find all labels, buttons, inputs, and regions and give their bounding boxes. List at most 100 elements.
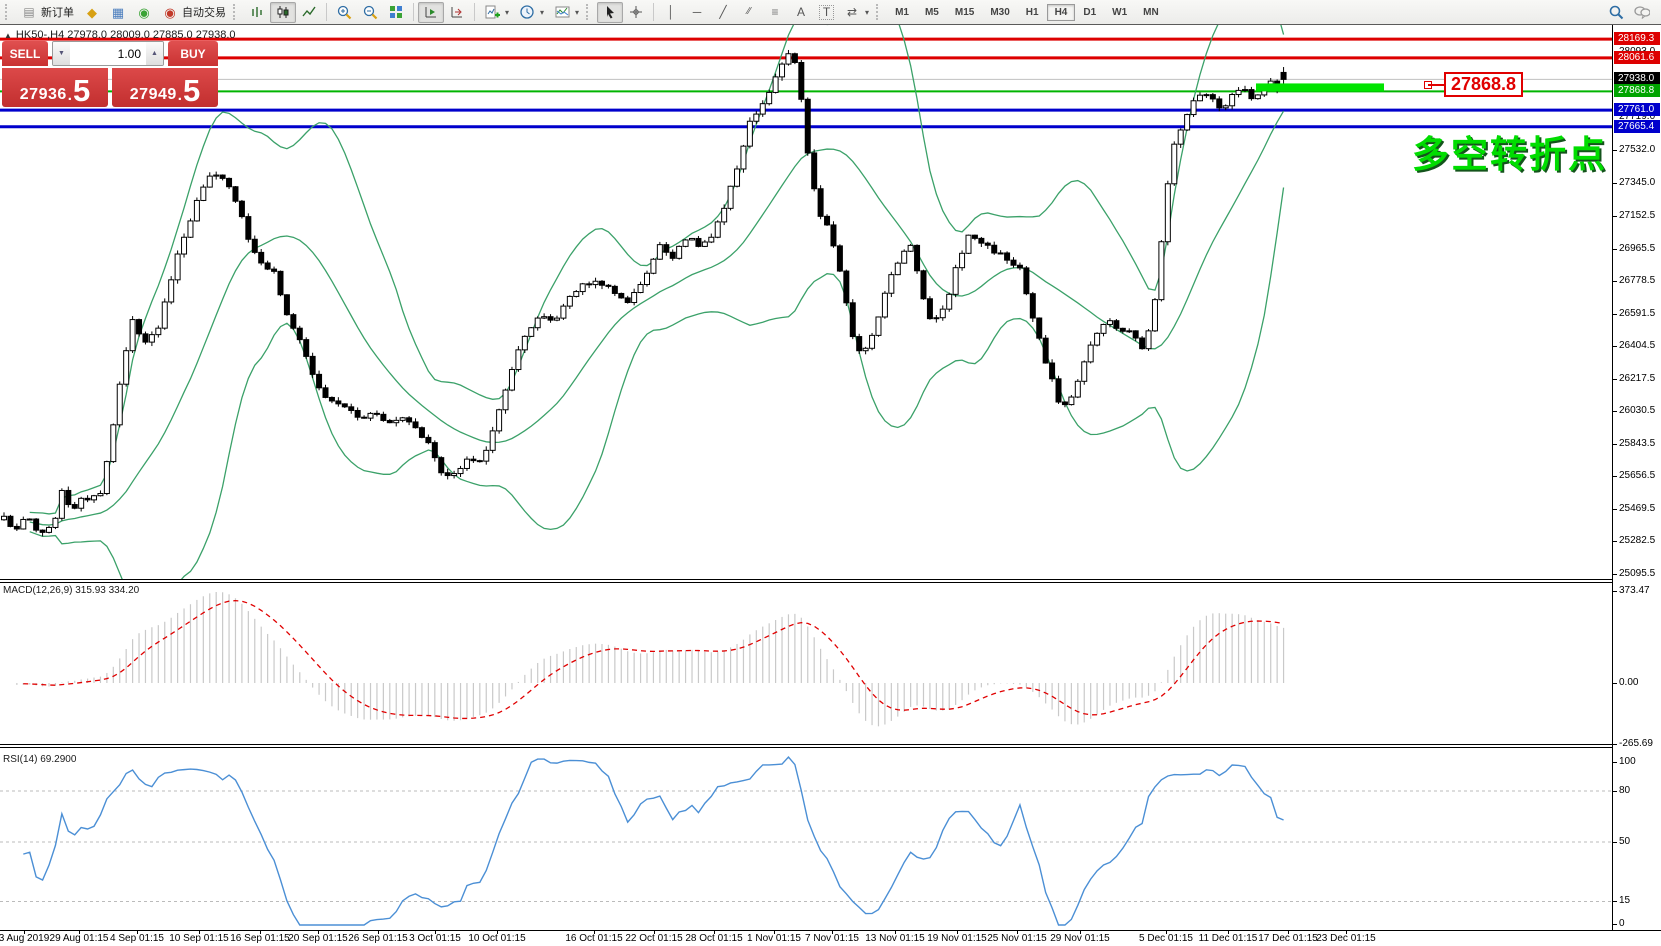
rsi-axis-tick <box>1613 791 1617 792</box>
tab-h1[interactable]: H1 <box>1018 4 1047 21</box>
volume-spinner: ▼ 1.00 ▲ <box>52 41 164 66</box>
callout-connector <box>1428 84 1444 86</box>
templates-icon <box>554 5 570 20</box>
bar-chart-button[interactable] <box>244 2 270 23</box>
tab-d1[interactable]: D1 <box>1075 4 1104 21</box>
tab-w1[interactable]: W1 <box>1104 4 1135 21</box>
candlestick-chart-icon <box>275 5 291 20</box>
tab-m30[interactable]: M30 <box>982 4 1017 21</box>
horizontal-line-button[interactable]: ─ <box>684 2 710 23</box>
sell-price[interactable]: 27936.5 <box>2 68 108 107</box>
toolbar-separator <box>474 3 475 21</box>
toolbar-grip[interactable] <box>5 4 12 20</box>
sell-price-pips: 5 <box>73 79 90 104</box>
time-axis-label: 10 Sep 01:15 <box>169 933 229 944</box>
volume-increase-button[interactable]: ▲ <box>146 42 163 65</box>
templates-caret-icon: ▾ <box>575 8 579 17</box>
candlestick-chart <box>0 25 1612 579</box>
signals-button[interactable]: ◉ <box>131 2 157 23</box>
price-line-label: 28061.6 <box>1614 51 1660 64</box>
price-axis[interactable]: 27532.027345.027152.526965.526778.526591… <box>1612 25 1661 930</box>
time-axis-label: 19 Nov 01:15 <box>927 933 987 944</box>
time-axis-label: 25 Nov 01:15 <box>987 933 1047 944</box>
data-window-button[interactable]: ▦ <box>105 2 131 23</box>
rsi-axis-label: 50 <box>1619 836 1630 847</box>
auto-scroll-button[interactable] <box>418 2 444 23</box>
toolbar-grip[interactable] <box>586 4 593 20</box>
new-order-label: 新订单 <box>41 4 74 20</box>
rsi-label: RSI(14) 69.2900 <box>3 754 76 765</box>
toolbar-grip[interactable] <box>233 4 240 20</box>
buy-price[interactable]: 27949.5 <box>112 68 218 107</box>
price-axis-tick <box>1613 281 1617 282</box>
crosshair-icon <box>628 5 644 20</box>
toolbar-grip[interactable] <box>876 4 883 20</box>
arrows-tool-button[interactable]: ⇄ ▾ <box>839 2 874 23</box>
sell-button[interactable]: SELL <box>2 41 48 66</box>
zoom-in-button[interactable] <box>331 2 357 23</box>
channel-button[interactable]: ∕∕ <box>736 2 762 23</box>
templates-button[interactable]: ▾ <box>549 2 584 23</box>
time-axis-label: 26 Sep 01:15 <box>348 933 408 944</box>
candlestick-chart-button[interactable] <box>270 2 296 23</box>
macd-pane[interactable]: MACD(12,26,9) 315.93 334.20 <box>0 583 1612 744</box>
chart-title-text: HK50-,H4 27978.0 28009.0 27885.0 27938.0 <box>16 29 236 41</box>
periods-caret-icon: ▾ <box>540 8 544 17</box>
vertical-line-button[interactable]: │ <box>658 2 684 23</box>
label-tool-button[interactable]: T <box>814 2 839 23</box>
arrows-caret-icon: ▾ <box>865 8 869 17</box>
indicators-caret-icon: ▾ <box>505 8 509 17</box>
time-axis-label: 4 Sep 01:15 <box>110 933 164 944</box>
volume-decrease-button[interactable]: ▼ <box>53 42 70 65</box>
one-click-trading-panel: SELL ▼ 1.00 ▲ BUY 27936.5 27949.5 <box>2 41 218 107</box>
price-line-label: 27868.8 <box>1614 84 1660 97</box>
main-chart-pane[interactable] <box>0 25 1612 579</box>
time-axis-label: 20 Sep 01:15 <box>288 933 348 944</box>
zoom-out-button[interactable] <box>357 2 383 23</box>
tab-mn[interactable]: MN <box>1135 4 1167 21</box>
chart-shift-button[interactable] <box>444 2 470 23</box>
tab-m5[interactable]: M5 <box>917 4 947 21</box>
macd-axis-tick <box>1613 744 1617 745</box>
time-axis[interactable]: 3 Aug 201929 Aug 01:154 Sep 01:1510 Sep … <box>0 931 1661 946</box>
tile-windows-button[interactable] <box>383 2 409 23</box>
time-axis-label: 28 Oct 01:15 <box>685 933 742 944</box>
macd-axis-label: 0.00 <box>1619 677 1638 688</box>
trendline-button[interactable]: ╱ <box>710 2 736 23</box>
fibonacci-icon: ≡ <box>767 5 783 20</box>
rsi-pane[interactable]: RSI(14) 69.2900 <box>0 748 1612 930</box>
price-axis-tick-label: 26778.5 <box>1619 275 1655 286</box>
price-axis-tick-label: 25282.5 <box>1619 535 1655 546</box>
price-callout[interactable]: 27868.8 <box>1444 72 1523 97</box>
time-axis-label: 10 Oct 01:15 <box>468 933 525 944</box>
fibonacci-button[interactable]: ≡ <box>762 2 788 23</box>
new-order-button[interactable]: ▤ 新订单 <box>16 1 79 23</box>
time-axis-label: 16 Oct 01:15 <box>565 933 622 944</box>
trend-annotation[interactable]: 多空转折点 <box>1412 124 1607 178</box>
cursor-icon <box>602 5 618 20</box>
rsi-axis-tick <box>1613 762 1617 763</box>
vertical-line-icon: │ <box>663 5 679 20</box>
price-axis-tick <box>1613 314 1617 315</box>
channel-icon: ∕∕ <box>741 5 757 20</box>
tab-m15[interactable]: M15 <box>947 4 982 21</box>
time-axis-label: 22 Oct 01:15 <box>625 933 682 944</box>
time-axis-label: 17 Dec 01:15 <box>1258 933 1318 944</box>
chat-icon[interactable] <box>1634 5 1650 20</box>
text-tool-button[interactable]: A <box>788 2 814 23</box>
crosshair-button[interactable] <box>623 2 649 23</box>
indicators-button[interactable]: ▾ <box>479 2 514 23</box>
rsi-axis-label: 0 <box>1619 918 1625 929</box>
buy-button[interactable]: BUY <box>168 41 218 66</box>
cursor-button[interactable] <box>597 2 623 23</box>
tab-h4[interactable]: H4 <box>1047 4 1076 21</box>
autotrading-button[interactable]: ◉ 自动交易 <box>157 1 231 23</box>
periods-button[interactable]: ▾ <box>514 2 549 23</box>
tab-m1[interactable]: M1 <box>887 4 917 21</box>
volume-value[interactable]: 1.00 <box>70 42 146 65</box>
line-chart-button[interactable] <box>296 2 322 23</box>
label-tool-icon: T <box>819 5 834 20</box>
market-watch-button[interactable]: ◆ <box>79 2 105 23</box>
chart-shift-icon <box>449 5 465 20</box>
search-icon[interactable] <box>1608 5 1624 20</box>
